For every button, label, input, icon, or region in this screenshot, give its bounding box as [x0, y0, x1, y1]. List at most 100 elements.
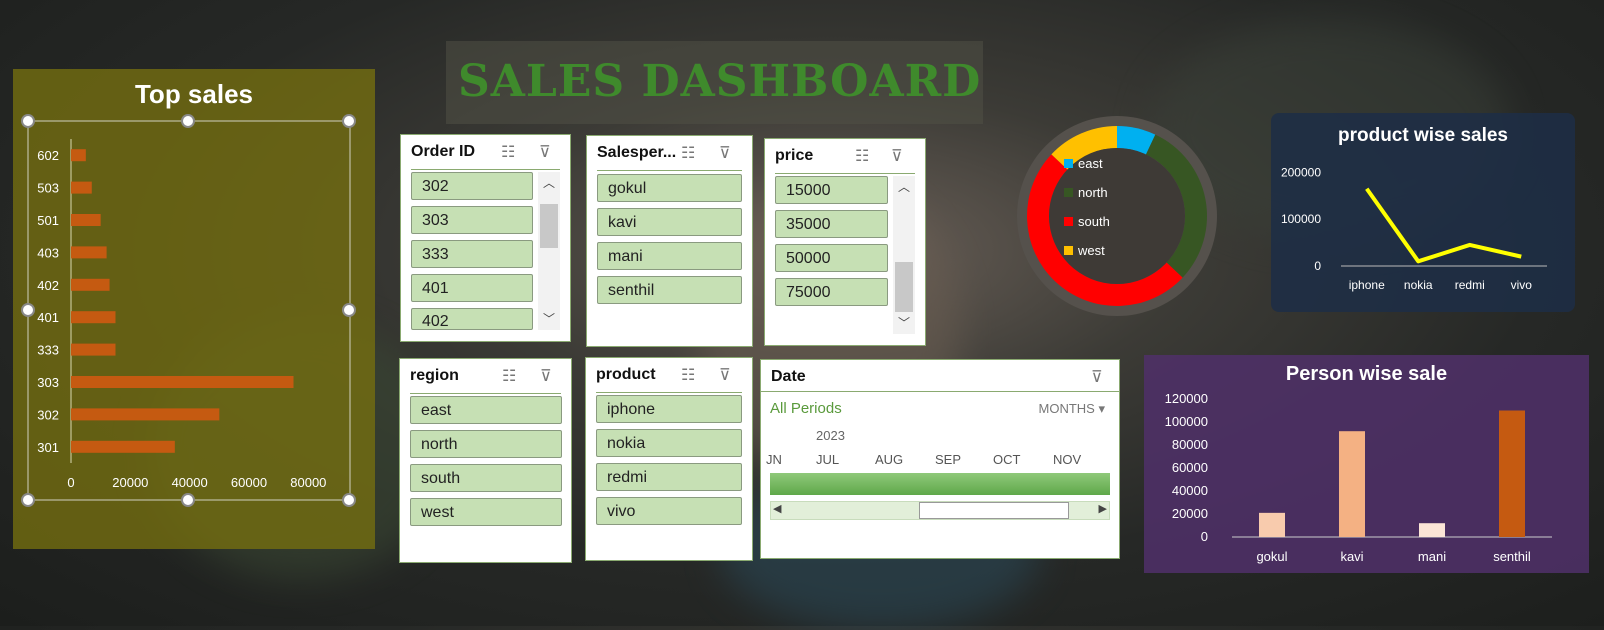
tick-label: 333	[37, 343, 59, 358]
resize-handle	[21, 114, 35, 128]
person-wise-sale-chart[interactable]: Person wise sale 0 20000 40000 60000 80000 10…	[1144, 355, 1589, 573]
slicer-product[interactable]: product ☷ ⊽ iphone nokia redmi vivo	[585, 357, 753, 561]
slicer-price[interactable]: price ☷ ⊽ 15000 35000 50000 75000 ︿ ﹀	[764, 138, 926, 346]
bar	[71, 343, 116, 356]
date-timeline[interactable]: Date ⊽ All Periods MONTHS ▾ 2023 JN JUL …	[760, 359, 1120, 559]
slicer-item[interactable]: gokul	[597, 174, 742, 202]
slicer-divider	[775, 173, 915, 174]
timeline-scroll-handle[interactable]	[919, 502, 1069, 519]
tick-label: 303	[37, 375, 59, 390]
tick-label: 402	[37, 278, 59, 293]
slicer-item[interactable]: redmi	[596, 463, 742, 491]
multi-select-icon[interactable]: ☷	[502, 366, 516, 386]
timeline-scrollbar[interactable]: ◀ ▶	[770, 501, 1110, 520]
scroll-thumb[interactable]	[540, 204, 558, 248]
tick-label: 403	[37, 245, 59, 260]
slicer-item[interactable]: 402	[411, 308, 533, 330]
clear-filter-icon[interactable]: ⊽	[719, 143, 731, 163]
legend-label: east	[1078, 156, 1103, 171]
slicer-order-id[interactable]: Order ID ☷ ⊽ 302 303 333 401 402 ︿ ﹀	[400, 134, 571, 342]
slicer-item[interactable]: vivo	[596, 497, 742, 525]
tick-label: 301	[37, 440, 59, 455]
region-donut-chart[interactable]: east north south west	[1012, 111, 1222, 321]
slicer-scrollbar[interactable]: ︿ ﹀	[538, 172, 560, 330]
chevron-up-icon[interactable]: ︿	[893, 178, 915, 195]
y-tick-label: 60000	[1172, 460, 1208, 475]
tick-label: 501	[37, 213, 59, 228]
bar	[1259, 512, 1285, 537]
slicer-item[interactable]: mani	[597, 242, 742, 270]
y-tick-label: 100000	[1165, 414, 1208, 429]
resize-handle	[21, 493, 35, 507]
multi-select-icon[interactable]: ☷	[681, 365, 695, 385]
slicer-item[interactable]: 35000	[775, 210, 888, 238]
timeline-divider	[761, 391, 1119, 392]
time-level-dropdown[interactable]: MONTHS ▾	[1039, 401, 1106, 417]
timeline-period-bar[interactable]	[770, 473, 1110, 495]
slicer-item[interactable]: 333	[411, 240, 533, 268]
y-tick-label: 0	[1201, 529, 1208, 544]
slicer-item[interactable]: iphone	[596, 395, 742, 423]
slicer-item[interactable]: south	[410, 464, 562, 492]
slicer-divider	[597, 170, 742, 171]
clear-filter-icon[interactable]: ⊽	[539, 142, 551, 162]
slicer-header: product	[596, 366, 656, 383]
top-sales-chart[interactable]: Top sales 301 302 303 333 401 402 403 501 503 602…	[13, 69, 375, 549]
slicer-salesperson[interactable]: Salesper... ☷ ⊽ gokul kavi mani senthil	[586, 135, 753, 347]
chevron-up-icon[interactable]: ︿	[538, 174, 560, 191]
multi-select-icon[interactable]: ☷	[855, 146, 869, 166]
timeline-month: JUL	[816, 452, 840, 467]
bar	[71, 311, 116, 324]
multi-select-icon[interactable]: ☷	[681, 143, 695, 163]
y-tick-label: 200000	[1281, 165, 1321, 179]
bar	[71, 214, 101, 226]
y-tick-label: 40000	[1172, 483, 1208, 498]
slicer-item[interactable]: 75000	[775, 278, 888, 306]
slicer-item[interactable]: 302	[411, 172, 533, 200]
scroll-left-icon[interactable]: ◀	[773, 502, 781, 515]
slicer-item[interactable]: west	[410, 498, 562, 526]
product-wise-sales-chart[interactable]: product wise sales 0 100000 200000 iphone no…	[1271, 113, 1575, 312]
all-periods-label: All Periods	[770, 400, 842, 417]
slicer-item[interactable]: senthil	[597, 276, 742, 304]
slicer-item[interactable]: 50000	[775, 244, 888, 272]
slicer-item[interactable]: kavi	[597, 208, 742, 236]
bar	[71, 246, 107, 259]
slicer-item[interactable]: north	[410, 430, 562, 458]
bar	[71, 440, 175, 453]
tick-label: 503	[37, 181, 59, 196]
tick-label: 302	[37, 407, 59, 422]
x-tick-label: redmi	[1455, 278, 1485, 292]
slicer-item[interactable]: 401	[411, 274, 533, 302]
x-tick-label: nokia	[1404, 278, 1433, 292]
scroll-right-icon[interactable]: ▶	[1099, 502, 1107, 515]
x-tick-label: iphone	[1349, 278, 1385, 292]
clear-filter-icon[interactable]: ⊽	[719, 365, 731, 385]
x-tick-label: senthil	[1493, 549, 1531, 564]
x-tick-label: 40000	[172, 475, 208, 490]
multi-select-icon[interactable]: ☷	[501, 142, 515, 162]
slicer-header: Order ID	[411, 143, 476, 160]
bar	[71, 376, 294, 388]
chevron-down-icon: ▾	[1098, 401, 1105, 416]
donut-plot: east north south west	[1017, 116, 1217, 316]
product-chart-title: product wise sales	[1337, 125, 1508, 146]
legend-swatch	[1064, 188, 1073, 197]
legend-swatch	[1064, 217, 1073, 226]
slicer-item[interactable]: nokia	[596, 429, 742, 457]
scroll-thumb[interactable]	[895, 262, 913, 312]
clear-filter-icon[interactable]: ⊽	[540, 366, 552, 386]
slicer-scrollbar[interactable]: ︿ ﹀	[893, 176, 915, 334]
clear-filter-icon[interactable]: ⊽	[1091, 367, 1103, 387]
resize-handle	[181, 114, 195, 128]
slicer-item[interactable]: 15000	[775, 176, 888, 204]
y-tick-label: 80000	[1172, 437, 1208, 452]
slicer-region[interactable]: region ☷ ⊽ east north south west	[399, 358, 572, 563]
chevron-down-icon[interactable]: ﹀	[538, 310, 560, 327]
tick-label: 401	[37, 310, 59, 325]
clear-filter-icon[interactable]: ⊽	[891, 146, 903, 166]
slicer-item[interactable]: 303	[411, 206, 533, 234]
slicer-item[interactable]: east	[410, 396, 562, 424]
chevron-down-icon[interactable]: ﹀	[893, 314, 915, 331]
legend-label: west	[1077, 243, 1105, 258]
